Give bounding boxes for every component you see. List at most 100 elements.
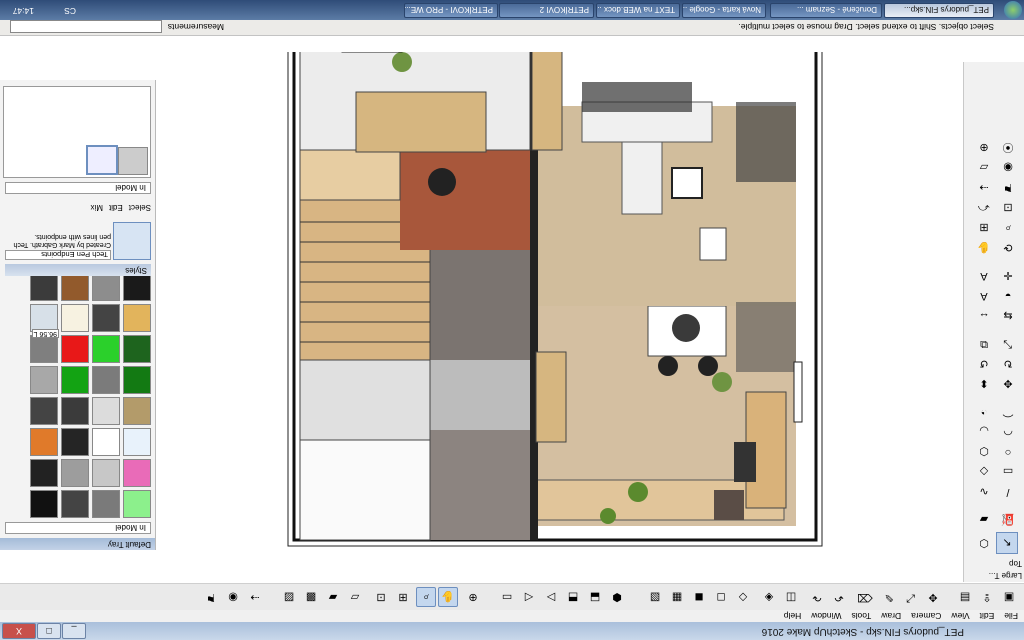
top-view-icon[interactable]: ⬓ (586, 589, 604, 607)
menu-edit[interactable]: Edit (980, 610, 995, 622)
compass-icon[interactable]: ⊕ (974, 138, 994, 158)
material-swatch[interactable] (92, 397, 120, 425)
push-pull-icon[interactable]: ⬍ (974, 374, 994, 394)
material-swatch[interactable] (61, 335, 89, 363)
move-tool-icon[interactable]: ✥ (998, 374, 1018, 394)
axes-icon[interactable]: ✛ (998, 266, 1018, 286)
close-button[interactable]: X (2, 623, 36, 639)
zoom-extents-tool-icon[interactable]: ⊡ (998, 198, 1018, 218)
menu-camera[interactable]: Camera (911, 610, 941, 622)
dimension-icon[interactable]: ↔ (974, 306, 994, 326)
section-plane-icon[interactable]: ▱ (346, 589, 364, 607)
polygon-icon[interactable]: ⬡ (974, 442, 994, 462)
material-swatch[interactable] (92, 459, 120, 487)
offset-icon[interactable]: ⧉ (974, 334, 994, 354)
component-icon[interactable]: ◈ (760, 589, 778, 607)
left-view-icon[interactable]: ▭ (498, 589, 516, 607)
section-fill-icon[interactable]: ▩ (302, 589, 320, 607)
material-swatch[interactable] (30, 397, 58, 425)
clock[interactable]: 14:47 (13, 6, 34, 16)
material-swatch[interactable] (123, 428, 151, 456)
style-in-model-dropdown[interactable]: In Model (5, 182, 151, 194)
taskbar-item[interactable]: Nová karta - Google ... (682, 3, 766, 18)
save-icon[interactable]: ▤ (956, 589, 974, 607)
material-swatch[interactable] (92, 273, 120, 301)
iso-view-icon[interactable]: ⬢ (608, 589, 626, 607)
material-swatch[interactable] (123, 366, 151, 394)
taskbar-item[interactable]: Doručené - Seznam ... (770, 3, 882, 18)
material-swatch[interactable] (123, 397, 151, 425)
material-swatch[interactable] (30, 304, 58, 332)
xray-icon[interactable]: ◫ (782, 589, 800, 607)
arc-icon[interactable]: ◠ (998, 422, 1018, 442)
material-swatch[interactable] (61, 366, 89, 394)
style-preview-selected[interactable] (86, 145, 118, 175)
undo-icon[interactable]: ↶ (830, 589, 848, 607)
protractor-icon[interactable]: ◒ (998, 286, 1018, 306)
get-models-icon[interactable]: ▣ (1000, 589, 1018, 607)
material-swatch[interactable] (123, 304, 151, 332)
style-thumbnail[interactable] (113, 222, 151, 260)
look-around-tool-icon[interactable]: ◉ (998, 158, 1018, 178)
material-swatch[interactable] (61, 397, 89, 425)
scale-tool-icon[interactable]: ⤡ (998, 334, 1018, 354)
input-language[interactable]: CS (64, 6, 76, 16)
style-shaded-icon[interactable]: ◼ (690, 589, 708, 607)
select-tool-icon[interactable]: ↖ (996, 532, 1018, 554)
maximize-button[interactable]: □ (37, 623, 61, 639)
previous-view-icon[interactable]: ⤺ (974, 198, 994, 218)
material-swatch[interactable] (92, 335, 120, 363)
redo-icon[interactable]: ↷ (808, 589, 826, 607)
material-swatch[interactable] (30, 459, 58, 487)
share-model-icon[interactable]: ⇪ (978, 589, 996, 607)
tab-select[interactable]: Select (129, 200, 151, 212)
zoom-tool-icon[interactable]: ⌕ (998, 218, 1018, 238)
material-swatch[interactable] (123, 459, 151, 487)
follow-me-icon[interactable]: ↺ (974, 354, 994, 374)
paint-icon[interactable]: ✎ (880, 589, 898, 607)
move-icon[interactable]: ✥ (924, 589, 942, 607)
footprints-icon[interactable]: ⦿ (998, 138, 1018, 158)
material-swatch[interactable] (92, 490, 120, 518)
zoom-icon[interactable]: ⌕ (416, 587, 436, 607)
three-point-arc-icon[interactable]: ⌒ (998, 402, 1018, 422)
taskbar-item[interactable]: PETRÍKOVI 2 (499, 3, 594, 18)
two-point-arc-icon[interactable]: ◡ (974, 422, 994, 442)
scale-icon[interactable]: ⤢ (902, 589, 920, 607)
orbit-tool-icon[interactable]: ⟳ (998, 238, 1018, 258)
make-component-icon[interactable]: ⬡ (974, 534, 994, 554)
material-swatch[interactable] (30, 366, 58, 394)
tab-mix[interactable]: Mix (91, 200, 103, 212)
measurements-field[interactable] (10, 20, 162, 33)
zoom-window-icon[interactable]: ⊞ (394, 589, 412, 607)
zoom-extents-icon[interactable]: ⊡ (372, 589, 390, 607)
tape-measure-icon[interactable]: ⇆ (998, 306, 1018, 326)
circle-icon[interactable]: ○ (998, 442, 1018, 462)
front-view-icon[interactable]: ⬒ (564, 589, 582, 607)
style-name-field[interactable]: Tech Pen Endpoints (5, 250, 111, 260)
in-model-dropdown[interactable]: In Model (5, 522, 151, 534)
start-button-icon[interactable] (1004, 1, 1022, 19)
material-swatch[interactable] (61, 273, 89, 301)
material-swatch[interactable] (92, 304, 120, 332)
walk-tool-icon[interactable]: ⇢ (974, 178, 994, 198)
tab-edit[interactable]: Edit (109, 200, 123, 212)
zoom-window-tool-icon[interactable]: ⊞ (974, 218, 994, 238)
material-swatch[interactable] (61, 428, 89, 456)
back-view-icon[interactable]: ◁ (520, 589, 538, 607)
orbit-icon[interactable]: ⊕ (464, 589, 482, 607)
rotated-rectangle-icon[interactable]: ◇ (974, 462, 994, 482)
material-swatch[interactable] (123, 490, 151, 518)
3d-text-icon[interactable]: A (974, 266, 994, 286)
style-wireframe-icon[interactable]: ◇ (734, 589, 752, 607)
menu-window[interactable]: Window (811, 610, 841, 622)
drawing-viewport[interactable] (157, 43, 962, 582)
style-monochrome-icon[interactable]: ▧ (646, 589, 664, 607)
section-plane-tool-icon[interactable]: ▱ (974, 158, 994, 178)
material-swatch[interactable] (123, 273, 151, 301)
taskbar-item[interactable]: PET_pudorys FIN.skp... (884, 3, 994, 18)
material-swatch[interactable] (30, 490, 58, 518)
section-cut-icon[interactable]: ▰ (324, 589, 342, 607)
text-tool-icon[interactable]: A (974, 286, 994, 306)
menu-help[interactable]: Help (784, 610, 801, 622)
